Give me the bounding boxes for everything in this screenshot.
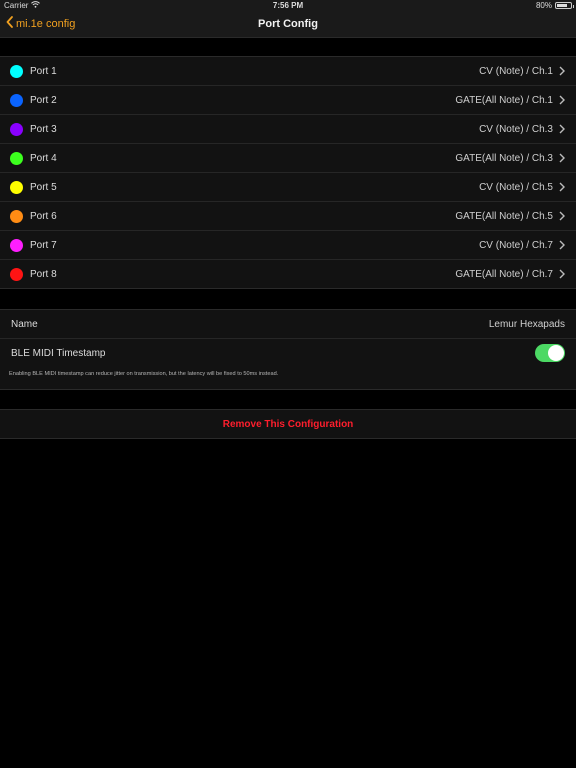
chevron-right-icon bbox=[559, 153, 565, 163]
timestamp-toggle[interactable] bbox=[535, 344, 565, 362]
port-label: Port 2 bbox=[30, 94, 57, 106]
timestamp-row-top: BLE MIDI Timestamp bbox=[0, 340, 576, 366]
chevron-right-icon bbox=[559, 66, 565, 76]
chevron-right-icon bbox=[559, 124, 565, 134]
port-color-dot bbox=[10, 267, 23, 281]
port-label: Port 5 bbox=[30, 181, 57, 193]
battery-icon bbox=[555, 2, 574, 9]
battery-fill bbox=[557, 4, 568, 7]
page-title: Port Config bbox=[258, 18, 318, 30]
screen: Carrier 7:56 PM 80% mi.1e config Port Co… bbox=[0, 0, 576, 768]
nav-bar: mi.1e config Port Config bbox=[0, 12, 576, 38]
chevron-right-icon bbox=[559, 240, 565, 250]
port-row-4[interactable]: Port 4 GATE(All Note) / Ch.3 bbox=[0, 144, 576, 173]
port-row-1[interactable]: Port 1 CV (Note) / Ch.1 bbox=[0, 57, 576, 86]
name-value[interactable]: Lemur Hexapads bbox=[489, 319, 565, 330]
remove-configuration-button[interactable]: Remove This Configuration bbox=[0, 410, 576, 438]
port-label: Port 7 bbox=[30, 239, 57, 251]
port-row-2[interactable]: Port 2 GATE(All Note) / Ch.1 bbox=[0, 86, 576, 115]
port-value: CV (Note) / Ch.5 bbox=[479, 181, 553, 193]
port-label: Port 1 bbox=[30, 65, 57, 77]
timestamp-note: Enabling BLE MIDI timestamp can reduce j… bbox=[9, 371, 279, 377]
remove-configuration-label: Remove This Configuration bbox=[222, 418, 354, 430]
port-color-dot bbox=[10, 93, 23, 107]
port-label: Port 8 bbox=[30, 268, 57, 280]
port-row-5[interactable]: Port 5 CV (Note) / Ch.5 bbox=[0, 173, 576, 202]
actions-group: Remove This Configuration bbox=[0, 409, 576, 439]
toggle-knob bbox=[548, 345, 564, 361]
port-color-dot bbox=[10, 180, 23, 194]
chevron-right-icon bbox=[559, 269, 565, 279]
status-time: 7:56 PM bbox=[272, 1, 304, 10]
port-color-dot bbox=[10, 151, 23, 165]
chevron-right-icon bbox=[559, 211, 565, 221]
port-color-dot bbox=[10, 209, 23, 223]
port-value: GATE(All Note) / Ch.7 bbox=[455, 268, 553, 280]
battery-percent: 80% bbox=[535, 1, 552, 10]
port-value: GATE(All Note) / Ch.1 bbox=[455, 94, 553, 106]
port-row-8[interactable]: Port 8 GATE(All Note) / Ch.7 bbox=[0, 260, 576, 288]
name-row[interactable]: Name Lemur Hexapads bbox=[0, 310, 576, 339]
chevron-right-icon bbox=[559, 95, 565, 105]
chevron-right-icon bbox=[559, 182, 565, 192]
port-label: Port 6 bbox=[30, 210, 57, 222]
settings-group: Name Lemur Hexapads BLE MIDI Timestamp E… bbox=[0, 309, 576, 390]
port-color-dot bbox=[10, 64, 23, 78]
port-row-6[interactable]: Port 6 GATE(All Note) / Ch.5 bbox=[0, 202, 576, 231]
port-color-dot bbox=[10, 122, 23, 136]
port-row-3[interactable]: Port 3 CV (Note) / Ch.3 bbox=[0, 115, 576, 144]
port-value: GATE(All Note) / Ch.3 bbox=[455, 152, 553, 164]
timestamp-label: BLE MIDI Timestamp bbox=[11, 347, 106, 359]
port-value: CV (Note) / Ch.7 bbox=[479, 239, 553, 251]
port-list: Port 1 CV (Note) / Ch.1 Port 2 GATE(All … bbox=[0, 56, 576, 289]
port-value: CV (Note) / Ch.3 bbox=[479, 123, 553, 135]
port-row-7[interactable]: Port 7 CV (Note) / Ch.7 bbox=[0, 231, 576, 260]
port-label: Port 3 bbox=[30, 123, 57, 135]
port-color-dot bbox=[10, 238, 23, 252]
port-label: Port 4 bbox=[30, 152, 57, 164]
status-right: 80% bbox=[535, 1, 574, 10]
port-value: GATE(All Note) / Ch.5 bbox=[455, 210, 553, 222]
port-value: CV (Note) / Ch.1 bbox=[479, 65, 553, 77]
status-bar: Carrier 7:56 PM 80% bbox=[0, 0, 576, 12]
name-label: Name bbox=[11, 318, 38, 330]
timestamp-row: BLE MIDI Timestamp Enabling BLE MIDI tim… bbox=[0, 339, 576, 389]
